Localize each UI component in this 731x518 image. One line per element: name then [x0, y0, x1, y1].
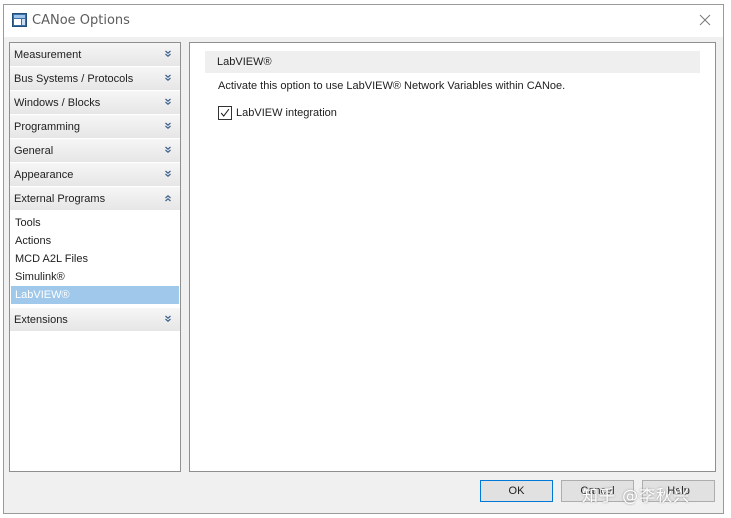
nav-group-label: Extensions — [14, 314, 68, 326]
nav-group-external-programs[interactable]: External Programs — [10, 187, 180, 211]
nav-group-extensions[interactable]: Extensions — [10, 308, 180, 332]
nav-group-label: Bus Systems / Protocols — [14, 73, 134, 85]
nav-item-labview[interactable]: LabVIEW® — [11, 286, 179, 304]
section-header: LabVIEW® — [205, 51, 700, 73]
title-bar: CANoe Options — [4, 5, 723, 37]
nav-group-label: Windows / Blocks — [14, 97, 101, 109]
nav-group-label: Appearance — [14, 169, 74, 181]
chevron-up-icon[interactable] — [164, 193, 172, 203]
section-title: LabVIEW® — [217, 56, 272, 68]
chevron-down-icon[interactable] — [164, 314, 172, 324]
watermark-text: 知乎 @李秋兴 — [582, 486, 691, 505]
nav-item-tools[interactable]: Tools — [11, 214, 179, 232]
options-content-panel: LabVIEW® Activate this option to use Lab… — [189, 42, 716, 472]
nav-item-mcd-a2l-files[interactable]: MCD A2L Files — [11, 250, 179, 268]
nav-group-label: General — [14, 145, 54, 157]
section-description: Activate this option to use LabVIEW® Net… — [218, 80, 566, 92]
canoe-app-icon — [12, 13, 27, 27]
nav-group-bus-systems[interactable]: Bus Systems / Protocols — [10, 67, 180, 91]
nav-group-general[interactable]: General — [10, 139, 180, 163]
external-programs-items: Tools Actions MCD A2L Files Simulink® La… — [10, 211, 180, 308]
checkmark-icon — [220, 108, 230, 117]
chevron-down-icon[interactable] — [164, 121, 172, 131]
window-title: CANoe Options — [32, 13, 130, 28]
nav-group-label: External Programs — [14, 193, 106, 205]
chevron-down-icon[interactable] — [164, 73, 172, 83]
chevron-down-icon[interactable] — [164, 169, 172, 179]
nav-group-programming[interactable]: Programming — [10, 115, 180, 139]
nav-group-label: Programming — [14, 121, 81, 133]
chevron-down-icon[interactable] — [164, 49, 172, 59]
nav-item-simulink[interactable]: Simulink® — [11, 268, 179, 286]
nav-group-label: Measurement — [14, 49, 82, 61]
nav-item-actions[interactable]: Actions — [11, 232, 179, 250]
nav-group-measurement[interactable]: Measurement — [10, 43, 180, 67]
options-navigation: Measurement Bus Systems / Protocols Wind… — [9, 42, 181, 472]
nav-group-windows-blocks[interactable]: Windows / Blocks — [10, 91, 180, 115]
nav-group-appearance[interactable]: Appearance — [10, 163, 180, 187]
labview-integration-checkbox[interactable] — [218, 106, 232, 120]
options-dialog: CANoe Options Measurement Bus Systems / … — [3, 4, 724, 514]
chevron-down-icon[interactable] — [164, 97, 172, 107]
close-icon[interactable] — [693, 9, 717, 31]
chevron-down-icon[interactable] — [164, 145, 172, 155]
ok-button[interactable]: OK — [480, 480, 553, 502]
labview-integration-label[interactable]: LabVIEW integration — [236, 107, 337, 119]
